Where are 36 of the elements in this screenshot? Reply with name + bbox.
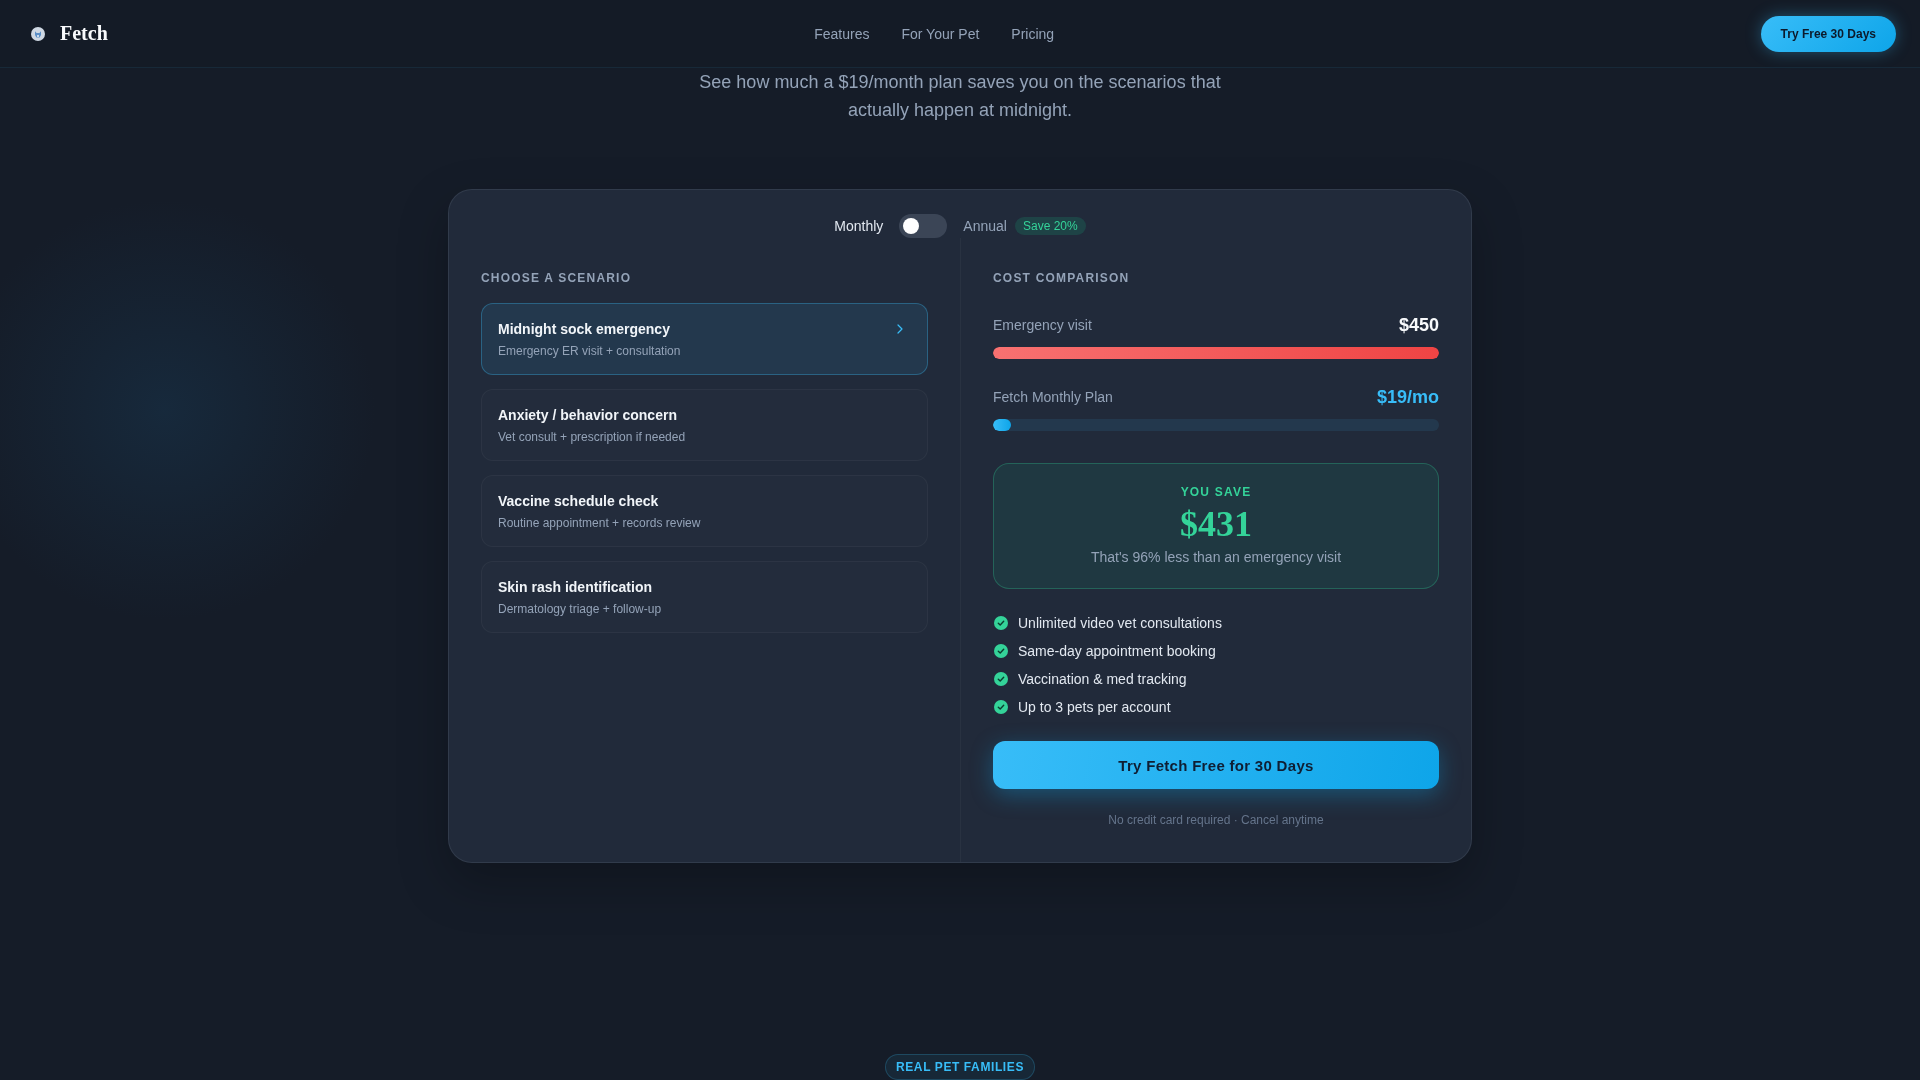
section-tag: REAL PET FAMILIES — [885, 1054, 1035, 1080]
check-circle-icon — [994, 616, 1008, 630]
savings-label: YOU SAVE — [1179, 485, 1253, 499]
brand-name[interactable]: Fetch — [60, 22, 108, 45]
nav-link[interactable]: Features — [814, 25, 870, 42]
check-circle-icon — [994, 672, 1008, 686]
feature-text: Vaccination & med tracking — [1018, 671, 1187, 687]
nav-link[interactable]: Pricing — [1011, 25, 1055, 42]
cost-amount: $19/mo — [1376, 386, 1439, 408]
scenario-option[interactable]: Vaccine schedule check Routine appointment + records review — [481, 475, 928, 547]
feature-text: Up to 3 pets per account — [1018, 699, 1171, 715]
scenario-option[interactable]: Anxiety / behavior concern Vet consult + prescription if needed — [481, 389, 928, 461]
hero-subtitle: See how much a $19/month plan saves you on the scenarios that actually happen at midnight. — [698, 71, 1222, 122]
nav-link[interactable]: For Your Pet — [901, 25, 980, 42]
billing-toggle[interactable] — [899, 214, 948, 238]
cost-label: Emergency visit — [993, 317, 1092, 333]
scenario-option[interactable]: Skin rash identification Dermatology triage + follow-up — [481, 561, 928, 633]
feature-text: Unlimited video vet consultations — [1018, 615, 1222, 631]
scenario-option[interactable]: Midnight sock emergency Emergency ER visit + consultation — [481, 303, 928, 375]
check-circle-icon — [994, 700, 1008, 714]
chevron-right-icon — [897, 324, 903, 334]
billing-option-label: Annual — [963, 217, 1007, 236]
trial-button[interactable]: Try Free 30 Days — [1760, 15, 1896, 52]
cost-amount: $450 — [1398, 314, 1439, 336]
discount-badge: Save 20% — [1014, 217, 1086, 235]
fine-print: No credit card required · Cancel anytime — [1107, 812, 1325, 828]
check-circle-icon — [994, 644, 1008, 658]
start-trial-button[interactable]: Try Fetch Free for 30 Days — [993, 741, 1439, 789]
billing-option-label: Monthly — [834, 217, 884, 236]
section-heading: CHOOSE A SCENARIO — [481, 271, 633, 285]
savings-note: That's 96% less than an emergency visit — [1089, 548, 1343, 567]
cost-label: Fetch Monthly Plan — [993, 389, 1113, 405]
savings-amount: $431 — [1179, 503, 1253, 545]
round-logo-icon — [31, 26, 45, 41]
feature-text: Same-day appointment booking — [1018, 643, 1216, 659]
section-heading: COST COMPARISON — [993, 271, 1131, 285]
